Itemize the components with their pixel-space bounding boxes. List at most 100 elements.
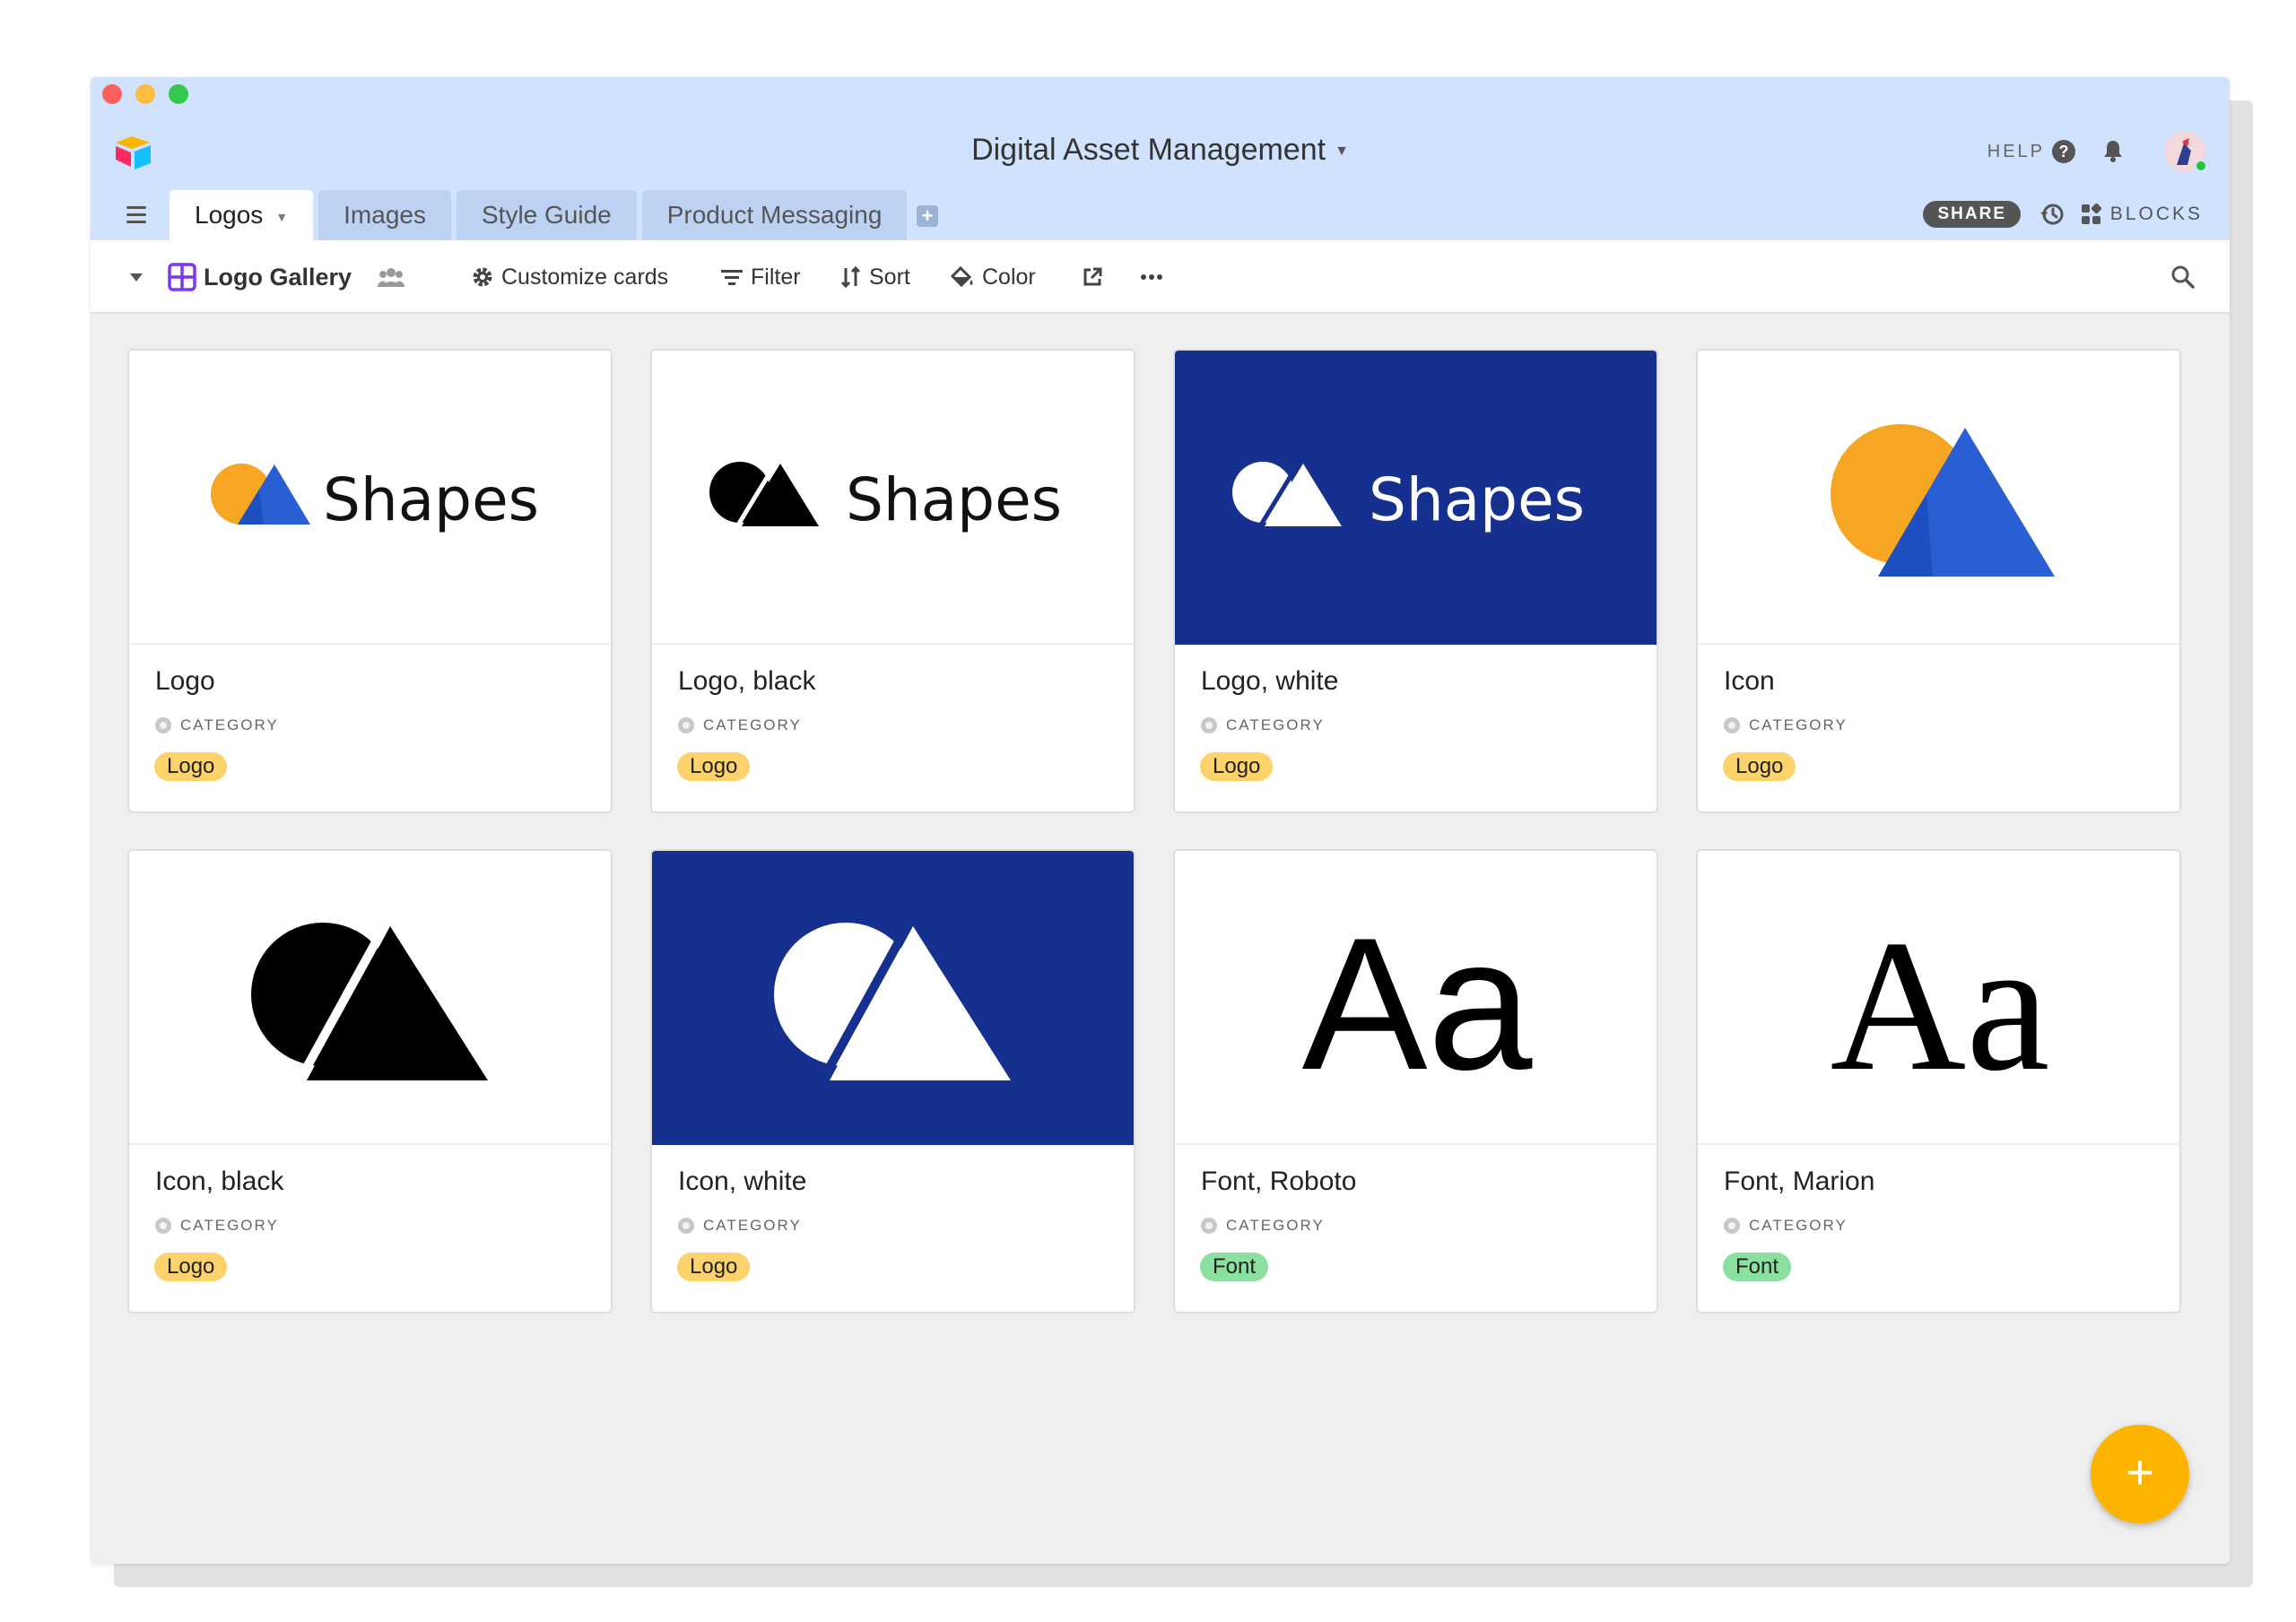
help-label[interactable]: HELP <box>1987 142 2045 162</box>
single-select-icon <box>1201 1218 1217 1234</box>
gallery-card[interactable]: Shapes Logo, black CATEGORY Logo <box>650 349 1135 813</box>
font-preview-image: Aa <box>1698 851 2179 1145</box>
app-window: Digital Asset Management ▼ HELP ? Logos ▼ … <box>91 77 2230 1564</box>
view-name-button[interactable]: Logo Gallery <box>168 240 352 314</box>
card-title: Font, Marion <box>1724 1167 1875 1196</box>
card-title: Logo, black <box>678 666 816 696</box>
filter-icon <box>721 270 743 285</box>
shapes-wordmark: Shapes <box>846 465 1062 534</box>
color-button[interactable]: Color <box>950 240 1036 314</box>
share-view-button[interactable] <box>1082 240 1110 314</box>
category-pill: Font <box>1200 1253 1269 1281</box>
view-switcher-toggle[interactable] <box>128 240 152 314</box>
category-field-label: CATEGORY <box>678 1217 802 1235</box>
single-select-icon <box>155 717 171 733</box>
help-icon[interactable]: ? <box>2052 140 2075 163</box>
gallery-card[interactable]: Aa Font, Marion CATEGORY Font <box>1696 849 2181 1314</box>
search-icon <box>2171 265 2195 289</box>
base-title-text: Digital Asset Management <box>971 133 1326 167</box>
customize-cards-button[interactable]: Customize cards <box>471 240 668 314</box>
icon-preview-image <box>129 851 611 1145</box>
base-title[interactable]: Digital Asset Management ▼ <box>91 133 2230 168</box>
caret-down-icon <box>130 273 143 282</box>
search-button[interactable] <box>2170 240 2203 314</box>
gallery-card[interactable]: Icon CATEGORY Logo <box>1696 349 2181 813</box>
logo-preview-image: Shapes <box>652 351 1134 645</box>
card-title: Icon, black <box>155 1167 284 1196</box>
tab-logos[interactable]: Logos ▼ <box>170 190 314 240</box>
gallery-card[interactable]: Icon, white CATEGORY Logo <box>650 849 1135 1314</box>
blocks-button[interactable]: BLOCKS <box>2080 201 2203 228</box>
category-pill: Logo <box>1200 752 1274 781</box>
category-field-label: CATEGORY <box>1201 716 1325 734</box>
field-label-text: CATEGORY <box>180 716 279 733</box>
card-title: Font, Roboto <box>1201 1167 1357 1196</box>
logo-preview-image: Shapes <box>129 351 611 645</box>
single-select-icon <box>678 717 694 733</box>
close-window-button[interactable] <box>102 84 122 104</box>
people-icon <box>378 268 404 287</box>
category-field-label: CATEGORY <box>1201 1217 1325 1235</box>
history-icon[interactable] <box>2039 202 2065 227</box>
category-pill: Logo <box>1723 752 1796 781</box>
share-button[interactable]: SHARE <box>1923 201 2021 228</box>
hamburger-menu-icon[interactable] <box>126 206 146 223</box>
tab-label: Style Guide <box>481 201 612 229</box>
customize-cards-label: Customize cards <box>501 264 669 290</box>
single-select-icon <box>1201 717 1217 733</box>
view-name: Logo Gallery <box>204 263 352 291</box>
blocks-icon <box>2081 203 2101 224</box>
shapes-wordmark: Shapes <box>323 465 539 534</box>
field-label-text: CATEGORY <box>180 1217 279 1234</box>
more-options-button[interactable] <box>1140 240 1170 314</box>
gallery-card[interactable]: Shapes Logo CATEGORY Logo <box>127 349 613 813</box>
maximize-window-button[interactable] <box>169 84 188 104</box>
card-title: Icon <box>1724 666 1775 696</box>
font-sample-text: Aa <box>1302 898 1533 1109</box>
bell-icon[interactable] <box>2100 138 2126 163</box>
tab-images[interactable]: Images <box>318 190 451 240</box>
single-select-icon <box>678 1218 694 1234</box>
title-bar: Digital Asset Management ▼ HELP ? Logos ▼ … <box>91 77 2230 240</box>
external-link-icon <box>1083 267 1102 286</box>
table-tabs: Logos ▼ Images Style Guide Product Messag… <box>170 190 912 240</box>
category-field-label: CATEGORY <box>1724 716 1848 734</box>
field-label-text: CATEGORY <box>1749 1217 1848 1234</box>
field-label-text: CATEGORY <box>703 1217 802 1234</box>
tab-style-guide[interactable]: Style Guide <box>456 190 637 240</box>
sort-label: Sort <box>869 264 910 290</box>
tab-label: Product Messaging <box>666 201 883 229</box>
field-label-text: CATEGORY <box>1226 1217 1325 1234</box>
minimize-window-button[interactable] <box>135 84 155 104</box>
single-select-icon <box>1724 1218 1740 1234</box>
more-horizontal-icon <box>1141 274 1162 280</box>
filter-button[interactable]: Filter <box>720 240 801 314</box>
category-pill: Logo <box>677 752 751 781</box>
font-sample-text: Aa <box>1831 902 2050 1110</box>
category-field-label: CATEGORY <box>1724 1217 1848 1235</box>
field-label-text: CATEGORY <box>1226 716 1325 733</box>
paint-bucket-icon <box>950 265 973 288</box>
field-label-text: CATEGORY <box>703 716 802 733</box>
category-pill: Logo <box>677 1253 751 1281</box>
category-field-label: CATEGORY <box>678 716 802 734</box>
card-title: Icon, white <box>678 1167 807 1196</box>
color-label: Color <box>982 264 1036 290</box>
share-view-icon[interactable] <box>378 240 412 314</box>
add-record-button[interactable]: + <box>2091 1425 2189 1523</box>
chevron-down-icon: ▼ <box>1335 143 1349 160</box>
sort-button[interactable]: Sort <box>840 240 910 314</box>
tab-product-messaging[interactable]: Product Messaging <box>641 190 908 240</box>
field-label-text: CATEGORY <box>1749 716 1848 733</box>
gear-icon <box>473 267 492 287</box>
gallery-card[interactable]: Aa Font, Roboto CATEGORY Font <box>1173 849 1658 1314</box>
font-preview-image: Aa <box>1175 851 1657 1145</box>
sort-icon <box>840 265 861 289</box>
add-table-button[interactable]: + <box>917 205 938 227</box>
gallery-card[interactable]: Icon, black CATEGORY Logo <box>127 849 613 1314</box>
icon-preview-image <box>652 851 1134 1145</box>
logo-preview-image: Shapes <box>1175 351 1657 645</box>
gallery-card[interactable]: Shapes Logo, white CATEGORY Logo <box>1173 349 1658 813</box>
chevron-down-icon[interactable]: ▼ <box>275 210 288 224</box>
card-title: Logo <box>155 666 215 696</box>
